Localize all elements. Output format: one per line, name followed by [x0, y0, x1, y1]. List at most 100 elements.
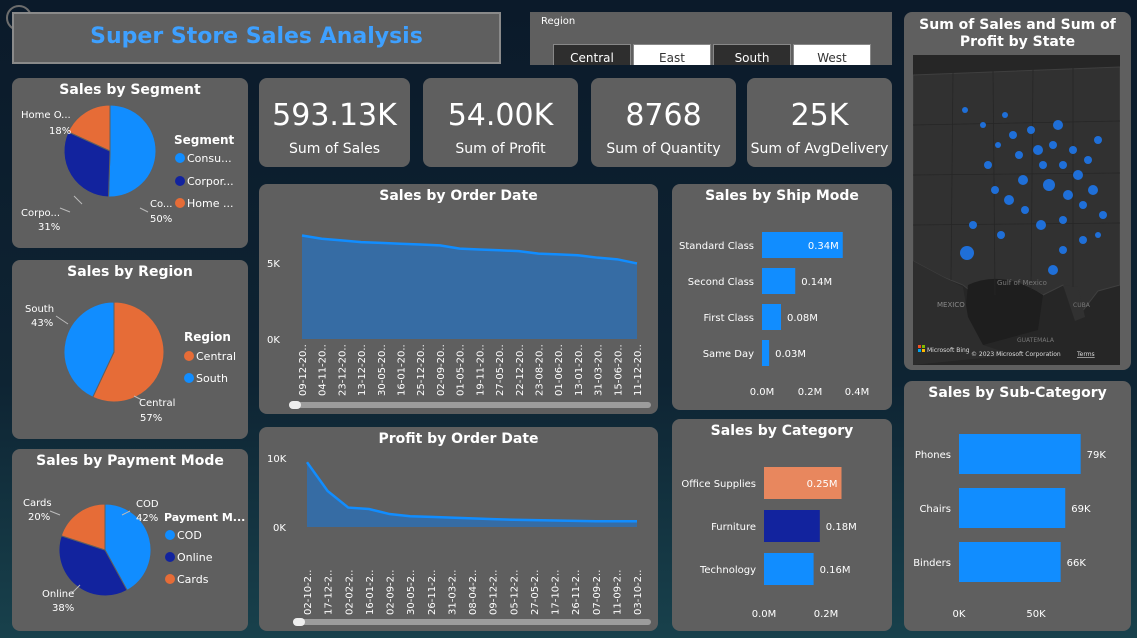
- legend-marker: [165, 530, 175, 540]
- map-bubble[interactable]: [969, 221, 977, 229]
- bar-binders[interactable]: [959, 542, 1061, 582]
- x-tick-label: 22-12-20..: [515, 344, 526, 396]
- x-tick-label: 27-05-20..: [495, 344, 506, 396]
- ship-mode-bars[interactable]: Standard Class 0.34M Second Class 0.14M Firs…: [679, 232, 843, 366]
- region-option-east[interactable]: East: [633, 44, 711, 65]
- map-brand: Microsoft Bing: [927, 347, 970, 354]
- map-bubble[interactable]: [1094, 136, 1102, 144]
- map-bubble[interactable]: [1063, 190, 1073, 200]
- map-bubble[interactable]: [1027, 126, 1035, 134]
- map-bubble[interactable]: [1049, 141, 1057, 149]
- region-pie[interactable]: [63, 301, 165, 403]
- map-bubble[interactable]: [962, 107, 968, 113]
- y-tick-label: 0K: [273, 523, 286, 534]
- payment-chart-card[interactable]: Sales by Payment Mode Cards 20% COD 42% …: [12, 449, 248, 631]
- x-tick-label: 02-10-2..: [303, 570, 314, 615]
- region-legend-item-central[interactable]: Central: [196, 350, 236, 363]
- map-bubble[interactable]: [1002, 112, 1008, 118]
- profit-scrollbar-handle[interactable]: [293, 618, 305, 626]
- map-bubble[interactable]: [1079, 236, 1087, 244]
- region-option-central[interactable]: Central: [553, 44, 631, 65]
- x-tick-label: 11-12-20..: [633, 344, 644, 396]
- map-bubble[interactable]: [991, 186, 999, 194]
- payment-legend-item-online[interactable]: Online: [177, 551, 213, 564]
- subcategory-bars[interactable]: Phones 79K Chairs 69K Binders 66K: [913, 434, 1106, 582]
- sales-area[interactable]: [301, 234, 638, 340]
- map-bubble[interactable]: [1084, 156, 1092, 164]
- profit-date-chart-card[interactable]: Profit by Order Date 10K 0K 02-10-2.. 17-…: [259, 427, 658, 631]
- map-bubble[interactable]: [1088, 185, 1098, 195]
- map-bubble[interactable]: [1036, 220, 1046, 230]
- map-bubble[interactable]: [980, 122, 986, 128]
- bar-chairs[interactable]: [959, 488, 1066, 528]
- map-bubble[interactable]: [1095, 232, 1101, 238]
- category-bars[interactable]: Office Supplies 0.25M Furniture 0.18M Techno…: [681, 467, 857, 585]
- map-bubble[interactable]: [1009, 131, 1017, 139]
- map-bubble[interactable]: [1059, 246, 1067, 254]
- payment-legend-item-cod[interactable]: COD: [177, 529, 202, 542]
- map-bubble[interactable]: [1069, 146, 1077, 154]
- map-bubble[interactable]: [1039, 161, 1047, 169]
- region-legend-item-south[interactable]: South: [196, 372, 228, 385]
- map-bubble[interactable]: [1018, 175, 1028, 185]
- y-tick-label: 5K: [267, 259, 280, 270]
- map-bubble[interactable]: [1048, 265, 1058, 275]
- bar-technology[interactable]: [764, 553, 814, 585]
- sales-x-ticks: 09-12-20.. 04-11-20.. 23-12-20.. 13-12-20..…: [298, 344, 644, 396]
- map-bubble[interactable]: [1059, 216, 1067, 224]
- map-bubble[interactable]: [1015, 151, 1023, 159]
- kpi-delivery-label: Sum of AvgDelivery: [750, 141, 889, 157]
- sales-scrollbar-handle[interactable]: [289, 401, 301, 409]
- bar-category-label: Same Day: [703, 349, 754, 360]
- map-bubble[interactable]: [984, 161, 992, 169]
- map-attribution: © 2023 Microsoft Corporation: [971, 351, 1061, 358]
- map-terms-link[interactable]: Terms: [1076, 351, 1095, 358]
- map-bubble[interactable]: [1021, 206, 1029, 214]
- region-option-west[interactable]: West: [793, 44, 871, 65]
- subcategory-chart-card[interactable]: Sales by Sub-Category Phones 79K Chairs 69K…: [904, 381, 1131, 631]
- segment-pie[interactable]: [63, 104, 157, 198]
- region-chart-card[interactable]: Sales by Region South 43% Central 57% Re…: [12, 260, 248, 439]
- segment-label-corp-name: Corpo...: [21, 208, 60, 219]
- x-tick-label: 13-12-20..: [357, 344, 368, 396]
- profit-area[interactable]: [305, 461, 637, 527]
- map-bubble[interactable]: [1033, 145, 1043, 155]
- bar-same-day[interactable]: [762, 340, 770, 366]
- state-map-card[interactable]: Sum of Sales and Sum of Profit by State …: [904, 12, 1131, 370]
- pie-slice-consumer[interactable]: [108, 104, 157, 198]
- payment-legend-item-cards[interactable]: Cards: [177, 573, 209, 586]
- map-bubble[interactable]: [960, 246, 974, 260]
- sales-area-svg: 5K 0K 09-12-20.. 04-11-20.. 23-12-20.. 13-1…: [267, 234, 651, 409]
- map-bubble[interactable]: [1043, 179, 1055, 191]
- region-option-south[interactable]: South: [713, 44, 791, 65]
- map-bubble[interactable]: [1059, 161, 1067, 169]
- region-label-central-pct: 57%: [140, 413, 162, 424]
- map-bubble[interactable]: [997, 231, 1005, 239]
- map-bubble[interactable]: [1099, 211, 1107, 219]
- segment-legend-item-consumer[interactable]: Consu...: [187, 152, 232, 165]
- x-tick-label: 25-12-20..: [416, 344, 427, 396]
- bar-first-class[interactable]: [762, 304, 781, 330]
- map-bubble[interactable]: [1053, 120, 1063, 130]
- category-chart-card[interactable]: Sales by Category Office Supplies 0.25M Fu…: [672, 419, 892, 631]
- map-bubble[interactable]: [1004, 195, 1014, 205]
- bar-furniture[interactable]: [764, 510, 820, 542]
- bar-value-label: 69K: [1071, 504, 1091, 515]
- profit-scrollbar[interactable]: [293, 619, 651, 625]
- sales-scrollbar[interactable]: [289, 402, 651, 408]
- segment-chart-card[interactable]: Sales by Segment Home O... 18% Corpo... …: [12, 78, 248, 248]
- map-bubble[interactable]: [1073, 170, 1083, 180]
- bar-value-label: 0.08M: [787, 313, 818, 324]
- state-map[interactable]: Gulf of Mexico MEXICO CUBA GUATEMALA Mic…: [913, 55, 1120, 365]
- ship-mode-chart-card[interactable]: Sales by Ship Mode Standard Class 0.34M Se…: [672, 184, 892, 410]
- sales-date-chart-card[interactable]: Sales by Order Date 5K 0K 09-12-20.. 04-1…: [259, 184, 658, 414]
- segment-legend-item-corporate[interactable]: Corpor...: [187, 175, 234, 188]
- map-title: Sum of Sales and Sum of Profit by State: [919, 17, 1116, 50]
- map-bubble[interactable]: [1079, 201, 1087, 209]
- map-bubble[interactable]: [995, 142, 1001, 148]
- bar-phones[interactable]: [959, 434, 1081, 474]
- area-fill[interactable]: [302, 235, 637, 340]
- segment-legend-item-home[interactable]: Home ...: [187, 197, 233, 210]
- bar-second-class[interactable]: [762, 268, 796, 294]
- x-tick-label: 09-12-2..: [489, 570, 500, 615]
